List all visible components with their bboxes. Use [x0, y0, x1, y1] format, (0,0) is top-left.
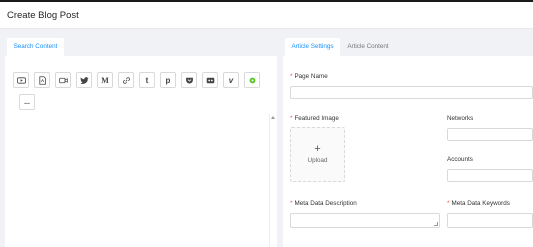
meta-keywords-input[interactable]	[447, 213, 533, 228]
tab-search-content[interactable]: Search Content	[7, 38, 64, 56]
accounts-label: Accounts	[447, 156, 473, 163]
youtube-icon	[16, 76, 26, 84]
pdf-button[interactable]	[34, 72, 50, 88]
pinterest-icon: p	[165, 75, 171, 85]
right-tab-bar: Article Settings Article Content	[283, 38, 533, 56]
pdf-icon	[38, 75, 46, 85]
networks-label: Networks	[447, 115, 474, 122]
meta-description-textarea[interactable]	[290, 213, 440, 228]
more-icon: ...	[24, 98, 30, 106]
meta-keywords-label: * Meta Data Keywords	[447, 200, 510, 207]
required-marker: *	[447, 200, 450, 207]
tab-article-settings[interactable]: Article Settings	[285, 38, 340, 56]
tumblr-icon: t	[145, 75, 149, 85]
left-tab-bar: Search Content	[5, 38, 277, 56]
slideshare-icon	[206, 77, 214, 83]
content-results-area	[7, 112, 277, 247]
required-marker: *	[290, 115, 293, 122]
search-content-panel: Search Content M t p v ...	[5, 38, 277, 247]
page-name-input[interactable]	[290, 86, 533, 99]
podcast-icon	[249, 77, 255, 83]
video-button[interactable]	[55, 72, 71, 88]
youtube-button[interactable]	[13, 72, 29, 88]
slideshare-button[interactable]	[202, 72, 218, 88]
medium-button[interactable]: M	[97, 72, 113, 88]
page-name-label: * Page Name	[290, 73, 328, 80]
tumblr-button[interactable]: t	[139, 72, 155, 88]
required-marker: *	[290, 200, 293, 207]
results-scrollbar[interactable]	[269, 114, 277, 247]
link-icon	[122, 76, 130, 84]
networks-select[interactable]	[447, 128, 533, 141]
upload-label: Upload	[307, 157, 328, 164]
pocket-button[interactable]	[181, 72, 197, 88]
video-icon	[58, 77, 68, 83]
required-marker: *	[290, 73, 293, 80]
twitter-button[interactable]	[76, 72, 92, 88]
pocket-icon	[185, 77, 193, 83]
article-settings-panel: Article Settings Article Content * Page N…	[283, 38, 533, 247]
accounts-select[interactable]	[447, 169, 533, 182]
medium-icon: M	[101, 75, 109, 85]
plus-icon: +	[314, 143, 321, 155]
meta-description-label: * Meta Data Description	[290, 200, 357, 207]
more-sources-button[interactable]: ...	[19, 94, 35, 110]
vimeo-icon: v	[228, 75, 234, 85]
page-title: Create Blog Post	[7, 10, 79, 21]
pinterest-button[interactable]: p	[160, 72, 176, 88]
scroll-up-icon[interactable]	[271, 116, 275, 119]
header-divider	[0, 28, 533, 29]
twitter-icon	[79, 76, 89, 84]
vimeo-button[interactable]: v	[223, 72, 239, 88]
featured-image-label: * Featured Image	[290, 115, 339, 122]
page-header: Create Blog Post	[0, 2, 533, 28]
link-button[interactable]	[118, 72, 134, 88]
featured-image-upload[interactable]: + Upload	[290, 127, 345, 182]
podcast-button[interactable]	[244, 72, 260, 88]
resize-handle-icon[interactable]	[434, 222, 438, 226]
tab-article-content[interactable]: Article Content	[343, 38, 393, 56]
